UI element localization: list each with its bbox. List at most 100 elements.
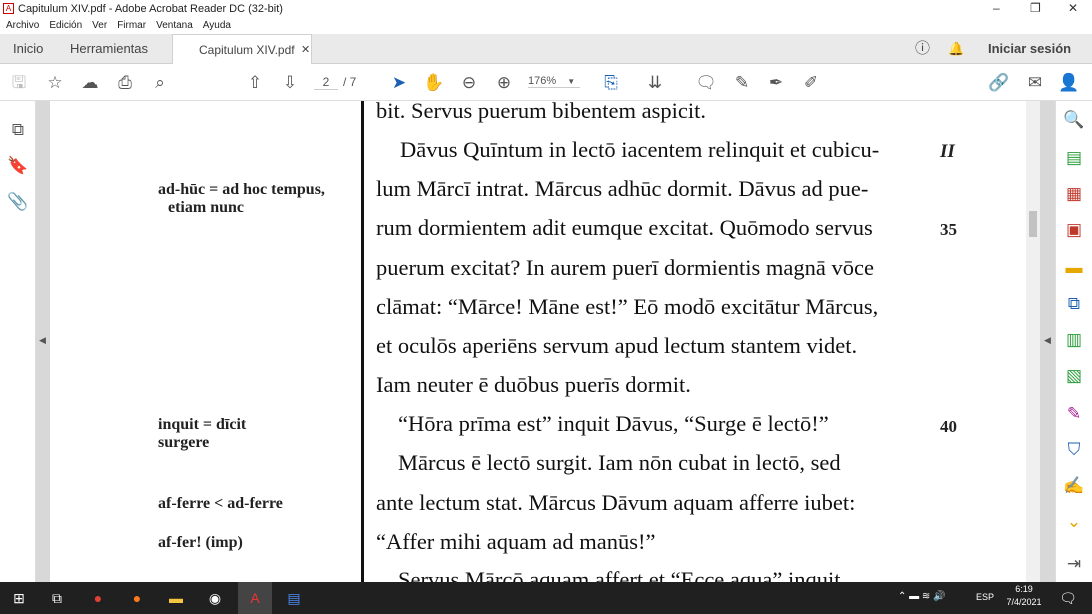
menu-edicion[interactable]: Edición (49, 20, 82, 31)
line-number: 40 (940, 417, 957, 436)
text-line: “Hōra prīma est” inquit Dāvus, “Surge ē … (398, 411, 829, 436)
save-icon[interactable]: 🖫 (8, 72, 30, 94)
add-user-icon[interactable]: 👤 (1058, 72, 1080, 94)
close-tab-icon[interactable]: ✕ (301, 35, 310, 65)
text-line: et oculōs aperiēns servum apud lectum st… (376, 333, 858, 358)
select-cursor-icon[interactable]: ➤ (388, 72, 410, 94)
language-indicator[interactable]: ESP (976, 592, 994, 602)
signature-icon[interactable]: ✍ (1063, 475, 1085, 497)
comment-tool-icon[interactable]: ▬ (1063, 257, 1085, 279)
sign-in-button[interactable]: Iniciar sesión (988, 34, 1071, 64)
menu-ayuda[interactable]: Ayuda (203, 20, 231, 31)
collapse-pane-icon[interactable]: ⇥ (1063, 553, 1085, 575)
tab-bar: Inicio Herramientas Capitulum XIV.pdf ✕ ⓘ… (0, 34, 1092, 65)
page-down-icon[interactable]: ⇩ (279, 72, 301, 94)
clock[interactable]: 6:19 7/4/2021 (1006, 584, 1042, 607)
pdf-page: ad-hūc = ad hoc tempus, etiam nunc inquit… (50, 101, 1026, 582)
text-line: Dāvus Quīntum in lectō iacentem relinqui… (400, 137, 880, 162)
task-view-icon[interactable]: ⧉ (47, 588, 67, 608)
vertical-scrollbar[interactable] (1026, 101, 1040, 582)
menu-bar: Archivo Edición Ver Firmar Ventana Ayuda (0, 18, 1092, 34)
left-nav-pane: ⧉ 🔖 📎 (0, 101, 36, 582)
text-line: puerum excitat? In aurem puerī dormienti… (376, 255, 874, 280)
star-icon[interactable]: ☆ (44, 72, 66, 94)
protect-icon[interactable]: ⛉ (1063, 439, 1085, 461)
right-tools-pane: 🔍 ▤ ▦ ▣ ▬ ⧉ ▥ ▧ ✎ ⛉ ✍ ⌄ ⇥ (1055, 101, 1092, 582)
attachment-icon[interactable]: 📎 (7, 191, 29, 213)
bell-icon[interactable]: 🔔 (948, 34, 964, 64)
zoom-select[interactable]: 176% ▼ (528, 75, 580, 88)
minimize-button[interactable]: – (993, 1, 1000, 15)
zoom-in-icon[interactable]: ⊕ (493, 72, 515, 94)
zoom-value: 176% (528, 75, 557, 87)
windows-start-icon[interactable]: ⊞ (9, 588, 29, 608)
text-line: clāmat: “Mārce! Māne est!” Eō modō excit… (376, 294, 879, 319)
highlight-icon[interactable]: ✎ (731, 72, 753, 94)
collapse-right-icon[interactable]: ◀ (1044, 335, 1051, 346)
upload-cloud-icon[interactable]: ☁ (79, 72, 101, 94)
help-icon[interactable]: ⓘ (915, 34, 930, 64)
toolbar: 🖫 ☆ ☁ ⎙ ⌕ ⇧ ⇩ 2 / 7 ➤ ✋ ⊖ ⊕ 176% ▼ ⎘ ⇊ 🗨… (0, 64, 1092, 101)
print-icon[interactable]: ⎙ (114, 72, 136, 94)
menu-firmar[interactable]: Firmar (117, 20, 146, 31)
create-pdf-icon[interactable]: ▣ (1063, 219, 1085, 241)
fill-sign-icon[interactable]: ✎ (1063, 403, 1085, 425)
tab-document[interactable]: Capitulum XIV.pdf ✕ (172, 34, 312, 65)
text-line: rum dormientem adit eumque excitat. Quōm… (376, 215, 873, 240)
tab-herramientas[interactable]: Herramientas (70, 34, 148, 64)
menu-ventana[interactable]: Ventana (156, 20, 193, 31)
margin-rule (361, 101, 364, 582)
text-line: bit. Servus puerum bibentem aspicit. (376, 101, 706, 123)
hand-icon[interactable]: ✋ (423, 72, 445, 94)
comment-icon[interactable]: 🗨 (695, 72, 717, 94)
firefox-icon[interactable]: ● (127, 588, 147, 608)
margin-note: af-ferre < ad-ferre (158, 495, 283, 512)
page-number-input[interactable]: 2 (314, 75, 338, 90)
text-line: “Affer mihi aquam ad manūs!” (376, 529, 656, 554)
system-tray[interactable]: ⌃ ▬ ≋ 🔊 (898, 591, 946, 602)
menu-ver[interactable]: Ver (92, 20, 107, 31)
notepad-icon[interactable]: ▤ (284, 588, 304, 608)
notifications-icon[interactable]: 🗨 (1058, 588, 1078, 608)
acrobat-logo-icon: A (3, 3, 14, 14)
more-tools-icon[interactable]: ⌄ (1063, 511, 1085, 533)
acrobat-taskbar-icon[interactable]: A (238, 582, 272, 614)
excel-export-icon[interactable]: ▥ (1063, 329, 1085, 351)
zoom-out-icon[interactable]: ⊖ (458, 72, 480, 94)
chrome-icon[interactable]: ● (88, 588, 108, 608)
pages-icon[interactable]: ⧉ (7, 119, 29, 141)
image-export-icon[interactable]: ▧ (1063, 365, 1085, 387)
maximize-button[interactable]: ❐ (1030, 1, 1041, 15)
section-number: II (940, 141, 955, 162)
taskbar: ⊞ ⧉ ● ● ▬ ◉ A ▤ ⌃ ▬ ≋ 🔊 ESP 6:19 7/4/2021… (0, 582, 1092, 614)
search-icon[interactable]: ⌕ (149, 72, 171, 94)
close-button[interactable]: ✕ (1068, 1, 1078, 15)
text-line: Servus Mārcō aquam affert et “Ecce aqua”… (398, 567, 847, 582)
document-area: ⧉ 🔖 📎 ◀ ad-hūc = ad hoc tempus, etiam nun… (0, 101, 1092, 582)
scroll-mode-icon[interactable]: ⇊ (644, 72, 666, 94)
zoom-tool-icon[interactable]: 🔍 (1063, 109, 1085, 131)
share-link-icon[interactable]: 🔗 (988, 72, 1010, 94)
fit-page-icon[interactable]: ⎘ (600, 72, 622, 94)
menu-archivo[interactable]: Archivo (6, 20, 39, 31)
tab-inicio[interactable]: Inicio (13, 34, 43, 64)
email-icon[interactable]: ✉ (1024, 72, 1046, 94)
edit-pdf-icon[interactable]: ✐ (800, 72, 822, 94)
sign-icon[interactable]: ✒ (765, 72, 787, 94)
text-line: Iam neuter ē duōbus puerīs dormit. (376, 372, 691, 397)
line-number: 35 (940, 220, 957, 239)
file-explorer-icon[interactable]: ▬ (166, 588, 186, 608)
export-pdf-icon[interactable]: ▤ (1063, 147, 1085, 169)
text-line: lum Mārcī intrat. Mārcus adhūc dormit. D… (376, 176, 869, 201)
page-up-icon[interactable]: ⇧ (244, 72, 266, 94)
margin-note: ad-hūc = ad hoc tempus, etiam nunc (158, 181, 325, 216)
bookmark-icon[interactable]: 🔖 (7, 155, 29, 177)
scroll-thumb[interactable] (1029, 211, 1037, 237)
margin-note: inquit = dīcit surgere (158, 416, 247, 451)
organize-pages-icon[interactable]: ▦ (1063, 183, 1085, 205)
text-line: ante lectum stat. Mārcus Dāvum aquam aff… (376, 490, 856, 515)
obs-icon[interactable]: ◉ (205, 588, 225, 608)
combine-icon[interactable]: ⧉ (1063, 293, 1085, 315)
collapse-left-icon[interactable]: ◀ (39, 335, 46, 346)
window-title: Capitulum XIV.pdf - Adobe Acrobat Reader… (18, 3, 283, 15)
